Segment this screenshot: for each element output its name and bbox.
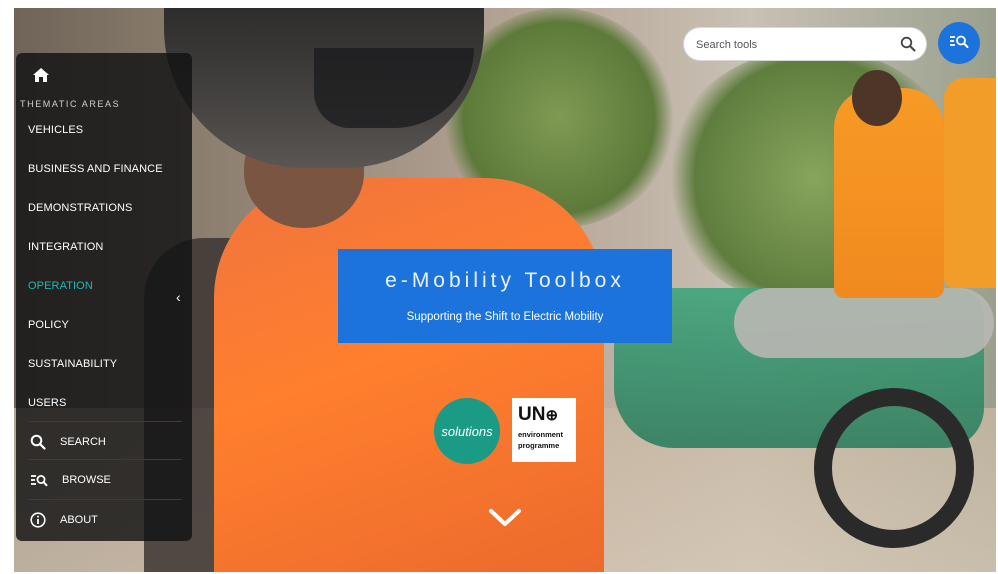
solutions-logo-text: solutions — [441, 423, 493, 439]
about-action-label: ABOUT — [60, 514, 98, 526]
unep-logo-un: UN⊕ — [518, 404, 559, 425]
sidebar-item-sustainability[interactable]: SUSTAINABILITY — [28, 358, 117, 370]
solutions-plus-logo[interactable]: solutions — [434, 398, 500, 464]
scroll-down-chevron-icon[interactable] — [488, 507, 522, 534]
person-head-right — [852, 70, 902, 126]
browse-icon — [949, 33, 969, 54]
hero-title: e-Mobility Toolbox — [385, 269, 625, 292]
search-bar — [684, 28, 926, 60]
un-environment-logo[interactable]: UN⊕ environment programme — [512, 398, 576, 462]
motorbike-seat — [734, 288, 994, 358]
sidebar-search-action[interactable]: SEARCH — [30, 434, 106, 450]
motorbike-wheel — [814, 388, 974, 548]
sidebar-item-operation[interactable]: OPERATION — [28, 280, 93, 292]
info-icon — [30, 512, 46, 528]
sidebar-about-action[interactable]: ABOUT — [30, 512, 98, 528]
unep-logo-line2: programme — [518, 441, 560, 450]
sidebar-item-integration[interactable]: INTEGRATION — [28, 241, 103, 253]
search-input[interactable] — [694, 36, 894, 54]
search-icon[interactable] — [900, 36, 916, 57]
search-action-label: SEARCH — [60, 436, 106, 448]
browse-icon — [30, 473, 48, 487]
hero-subtitle: Supporting the Shift to Electric Mobilit… — [406, 311, 604, 323]
search-icon — [30, 434, 46, 450]
browse-action-label: BROWSE — [62, 474, 111, 486]
person-in-vest-far-right — [944, 78, 996, 288]
sidebar-divider — [28, 499, 182, 500]
collapse-sidebar-chevron-icon[interactable]: ‹ — [176, 289, 181, 305]
sidebar-item-policy[interactable]: POLICY — [28, 319, 69, 331]
sidebar-item-users[interactable]: USERS — [28, 397, 66, 409]
browse-button[interactable] — [938, 22, 980, 64]
unep-logo-line1: environment — [518, 430, 564, 439]
home-icon[interactable] — [32, 67, 50, 83]
sidebar-divider — [28, 459, 182, 460]
rider-orange-vest — [214, 178, 604, 572]
hero-banner: e-Mobility Toolbox Supporting the Shift … — [338, 249, 672, 343]
sidebar-browse-action[interactable]: BROWSE — [30, 473, 111, 487]
section-label-thematic-areas: THEMATIC AREAS — [20, 99, 121, 109]
sidebar-item-vehicles[interactable]: VEHICLES — [28, 124, 83, 136]
sidebar-item-business-and-finance[interactable]: BUSINESS AND FINANCE — [28, 163, 163, 175]
sidebar-item-demonstrations[interactable]: DEMONSTRATIONS — [28, 202, 132, 214]
sidebar-divider — [28, 421, 182, 422]
sidebar: THEMATIC AREAS VEHICLES BUSINESS AND FIN… — [16, 53, 192, 541]
